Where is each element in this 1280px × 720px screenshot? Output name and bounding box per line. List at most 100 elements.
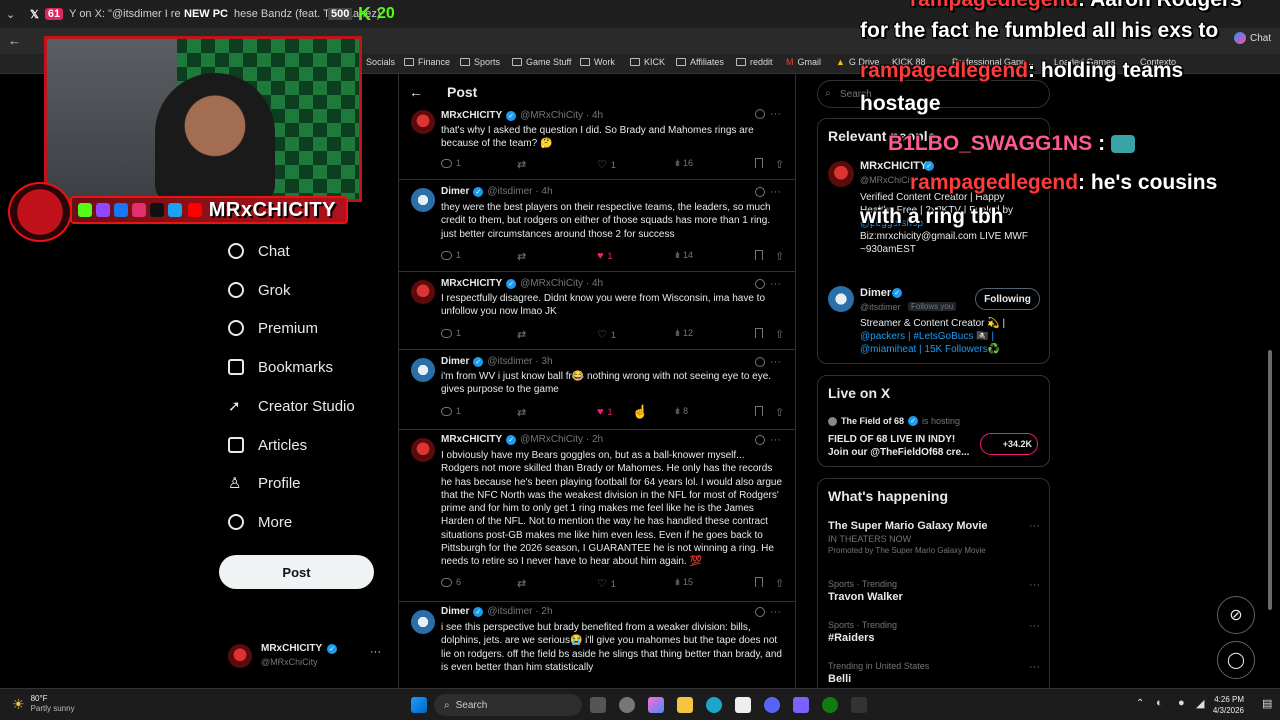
microphone-icon[interactable]: ●: [1178, 697, 1185, 709]
task-view-icon[interactable]: [590, 697, 606, 713]
grok-icon[interactable]: [755, 187, 765, 197]
grok-icon[interactable]: [755, 109, 765, 119]
bookmark-sports[interactable]: Sports: [460, 57, 500, 67]
person-handle[interactable]: @itsdimer: [860, 302, 901, 312]
xbox-icon[interactable]: [822, 697, 838, 713]
messages-float-button[interactable]: ◯: [1217, 641, 1255, 679]
views-button[interactable]: ılı 14: [675, 250, 693, 260]
tweet[interactable]: Dimer ✓ @itsdimer · 3h ··· i'm from WV i j…: [399, 350, 795, 430]
more-icon[interactable]: ···: [770, 606, 781, 618]
bookmark-button[interactable]: [755, 158, 763, 168]
avatar[interactable]: [828, 161, 854, 187]
repost-button[interactable]: ⇄: [517, 577, 526, 590]
tweet[interactable]: MRxCHICITY ✓ @MRxChiCity · 4h ··· I respec…: [399, 272, 795, 350]
repost-button[interactable]: ⇄: [517, 250, 526, 263]
trend-more-icon[interactable]: ···: [1029, 661, 1040, 673]
trend-more-icon[interactable]: ···: [1029, 520, 1040, 532]
tweet-author[interactable]: Dimer: [441, 606, 469, 617]
avatar[interactable]: [411, 438, 435, 462]
trend-item[interactable]: The Super Mario Galaxy Movie IN THEATERS…: [828, 520, 1040, 555]
grok-icon[interactable]: [755, 607, 765, 617]
bio-mention[interactable]: @miamiheat | 15K Followers♻️: [860, 343, 1046, 356]
share-button[interactable]: ⇧: [775, 577, 784, 590]
back-arrow-icon[interactable]: ←: [409, 84, 423, 100]
tweet-author[interactable]: MRxCHICITY: [441, 434, 502, 445]
more-icon[interactable]: ···: [770, 434, 781, 446]
tab-counter[interactable]: 500: [328, 4, 353, 24]
trend-more-icon[interactable]: ···: [1029, 620, 1040, 632]
tweet[interactable]: Dimer ✓ @itsdimer · 2h ··· i see this pers…: [399, 602, 795, 688]
avatar[interactable]: [411, 358, 435, 382]
tweet-handle[interactable]: @MRxChiCity · 4h: [520, 278, 603, 289]
bookmark-work[interactable]: Work: [580, 57, 615, 67]
bookmark-button[interactable]: [755, 250, 763, 260]
views-button[interactable]: ılı 8: [675, 406, 688, 416]
more-icon[interactable]: ···: [770, 108, 781, 120]
reply-button[interactable]: 1: [441, 328, 461, 338]
tweet-handle[interactable]: @itsdimer · 2h: [487, 606, 552, 617]
tweet[interactable]: MRxCHICITY ✓ @MRxChiCity · 2h ··· I obviou…: [399, 430, 795, 602]
bio-mention[interactable]: @packers | #LetsGoBucs 🏴‍☠️ |: [860, 330, 1046, 343]
tweet-handle[interactable]: @itsdimer · 4h: [487, 186, 552, 197]
file-explorer-icon[interactable]: [677, 697, 693, 713]
like-button[interactable]: ♥ 1: [597, 406, 613, 418]
tweet[interactable]: MRxCHICITY ✓ @MRxChiCity · 4h ··· that's w…: [399, 108, 795, 180]
live-host-row[interactable]: The Field of 68 ✓ is hosting: [828, 416, 960, 426]
like-button[interactable]: ♡ 1: [597, 328, 616, 341]
following-button[interactable]: Following: [975, 288, 1040, 310]
back-nav-icon[interactable]: ←: [8, 33, 21, 48]
discord-icon[interactable]: [764, 697, 780, 713]
repost-button[interactable]: ⇄: [517, 158, 526, 171]
nav-creator-studio[interactable]: ➚ Creator Studio: [228, 394, 355, 418]
bookmark-button[interactable]: [755, 577, 763, 587]
taskbar-search[interactable]: ⌕ Search: [434, 694, 582, 716]
views-button[interactable]: ılı 12: [675, 328, 693, 338]
avatar[interactable]: [411, 188, 435, 212]
tab-list-button[interactable]: ⌄: [6, 4, 15, 24]
live-event-desc[interactable]: Join our @TheFieldOf68 cre...: [828, 447, 969, 458]
grok-icon[interactable]: [755, 357, 765, 367]
like-button[interactable]: ♥ 1: [597, 250, 613, 262]
tray-icon[interactable]: ◐: [1156, 697, 1163, 709]
trend-item[interactable]: Sports · Trending Travon Walker ···: [828, 579, 1040, 603]
windows-start-icon[interactable]: [411, 697, 427, 713]
tweet-author[interactable]: Dimer: [441, 186, 469, 197]
reply-button[interactable]: 1: [441, 250, 461, 260]
tab-kick[interactable]: K 20: [358, 4, 395, 24]
person-handle[interactable]: @MRxChiCity: [860, 175, 917, 185]
live-event-title[interactable]: FIELD OF 68 LIVE IN INDY!: [828, 434, 955, 445]
bookmark-finance[interactable]: Finance: [404, 57, 450, 67]
nav-premium[interactable]: Premium: [228, 316, 318, 340]
post-button[interactable]: Post: [219, 555, 374, 589]
live-listeners-badge[interactable]: +34.2K: [980, 433, 1038, 455]
grok-float-button[interactable]: ⊘: [1217, 596, 1255, 634]
repost-button[interactable]: ⇄: [517, 328, 526, 341]
like-button[interactable]: ♡ 1: [597, 577, 616, 590]
more-icon[interactable]: ···: [770, 278, 781, 290]
trend-item[interactable]: Trending in United States Belli ···: [828, 661, 1040, 685]
tweet-handle[interactable]: @itsdimer · 3h: [487, 356, 552, 367]
edge-icon[interactable]: [706, 697, 722, 713]
share-button[interactable]: ⇧: [775, 158, 784, 171]
nav-bookmarks[interactable]: Bookmarks: [228, 355, 333, 379]
tab-x-post[interactable]: 𝕏 61 Y on X: "@itsdimer I re: [30, 4, 181, 24]
tray-expand-icon[interactable]: ⌃: [1136, 698, 1144, 709]
nav-grok[interactable]: Grok: [228, 278, 291, 302]
grok-icon[interactable]: [755, 279, 765, 289]
bookmark-socials[interactable]: Socials: [366, 57, 395, 67]
weather-widget[interactable]: ☀ 80°F Partly sunny: [12, 694, 75, 714]
bookmark-button[interactable]: [755, 328, 763, 338]
bookmark-game-stuff[interactable]: Game Stuff: [512, 57, 571, 67]
tweet-author[interactable]: MRxCHICITY: [441, 110, 502, 121]
more-icon[interactable]: ···: [770, 186, 781, 198]
app-grid-icon[interactable]: [793, 697, 809, 713]
volume-icon[interactable]: ◢: [1196, 697, 1204, 710]
tweet-author[interactable]: MRxCHICITY: [441, 278, 502, 289]
notification-icon[interactable]: ▤: [1262, 697, 1272, 710]
repost-button[interactable]: ⇄: [517, 406, 526, 419]
account-switcher[interactable]: MRxCHICITY ✓ @MRxChiCity ···: [228, 642, 388, 672]
trend-item[interactable]: Sports · Trending #Raiders ···: [828, 620, 1040, 644]
views-button[interactable]: ılı 15: [675, 577, 693, 587]
more-icon[interactable]: ···: [770, 356, 781, 368]
nav-more[interactable]: More: [228, 510, 292, 534]
